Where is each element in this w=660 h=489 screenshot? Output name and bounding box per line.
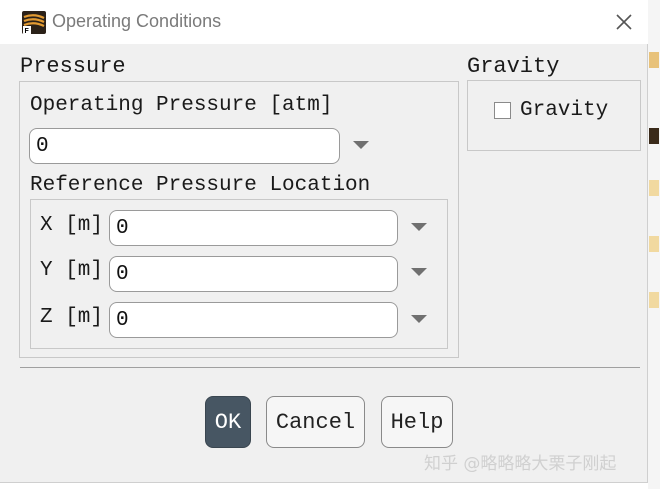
gravity-group-title: Gravity: [467, 54, 560, 79]
watermark: 知乎 @略略略大栗子刚起: [424, 454, 617, 474]
pressure-group-title: Pressure: [20, 54, 126, 79]
fluent-app-icon: F: [22, 11, 46, 34]
gravity-checkbox-label[interactable]: Gravity: [520, 99, 608, 122]
y-dropdown-icon[interactable]: [410, 266, 428, 278]
close-button[interactable]: [610, 8, 638, 36]
ok-button[interactable]: OK: [205, 396, 251, 448]
background-icon: [649, 236, 659, 252]
operating-pressure-label: Operating Pressure [atm]: [30, 94, 333, 117]
separator: [20, 367, 640, 368]
title-bar: F Operating Conditions: [0, 0, 648, 44]
operating-conditions-dialog: F Operating Conditions Pressure Operatin…: [0, 0, 648, 483]
operating-pressure-dropdown-icon[interactable]: [352, 139, 370, 151]
reference-location-title: Reference Pressure Location: [30, 174, 371, 197]
background-icon: [649, 180, 659, 196]
z-label: Z [m]: [40, 306, 104, 329]
window-title: Operating Conditions: [52, 11, 222, 31]
cancel-button[interactable]: Cancel: [266, 396, 365, 448]
help-button[interactable]: Help: [381, 396, 453, 448]
operating-pressure-input[interactable]: [29, 128, 340, 164]
close-icon: [616, 14, 632, 30]
x-input[interactable]: [109, 210, 398, 246]
background-icon: [649, 292, 659, 308]
gravity-checkbox[interactable]: [494, 102, 511, 119]
z-dropdown-icon[interactable]: [410, 313, 428, 325]
y-input[interactable]: [109, 256, 398, 292]
y-label: Y [m]: [40, 259, 104, 282]
x-dropdown-icon[interactable]: [410, 221, 428, 233]
background-icon: [649, 128, 659, 144]
x-label: X [m]: [40, 214, 104, 237]
svg-text:F: F: [25, 28, 30, 34]
z-input[interactable]: [109, 302, 398, 338]
background-icon: [649, 52, 659, 68]
